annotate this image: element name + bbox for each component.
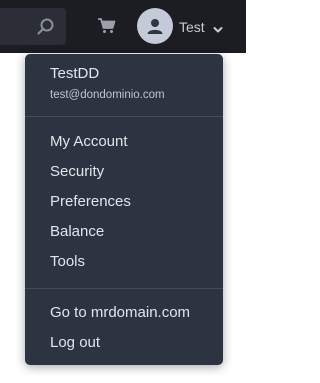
divider [25, 116, 223, 117]
menu-item-preferences[interactable]: Preferences [50, 192, 131, 212]
account-username: TestDD [50, 65, 100, 82]
avatar [137, 8, 173, 44]
menu-item-go-to-mrdomain[interactable]: Go to mrdomain.com [50, 303, 190, 323]
account-email: test@dondominio.com [50, 89, 165, 101]
top-navbar: Test [0, 0, 246, 53]
user-dropdown-menu: TestDD test@dondominio.com My Account Se… [25, 54, 223, 365]
divider [25, 288, 223, 289]
menu-item-balance[interactable]: Balance [50, 222, 104, 242]
menu-item-tools[interactable]: Tools [50, 252, 85, 272]
menu-item-my-account[interactable]: My Account [50, 132, 128, 152]
user-name: Test [179, 19, 205, 35]
chevron-down-icon [213, 22, 223, 33]
user-menu-toggle[interactable]: Test [137, 8, 242, 45]
search-input[interactable] [0, 8, 66, 45]
menu-item-security[interactable]: Security [50, 162, 104, 182]
cart-icon[interactable] [97, 16, 117, 36]
search-icon[interactable] [36, 17, 56, 37]
menu-item-log-out[interactable]: Log out [50, 333, 100, 353]
user-icon [147, 19, 163, 34]
